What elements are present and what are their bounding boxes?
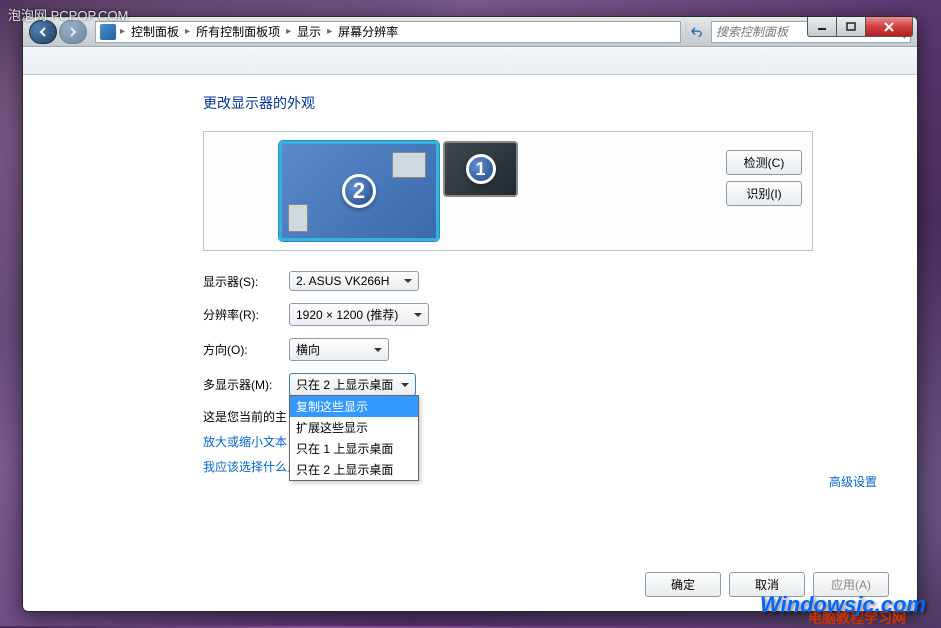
toolbar <box>23 47 917 75</box>
orientation-label: 方向(O): <box>203 341 289 358</box>
refresh-icon[interactable] <box>685 22 705 42</box>
identify-button[interactable]: 识别(I) <box>726 181 802 206</box>
minimize-button[interactable] <box>807 17 837 37</box>
dropdown-item[interactable]: 复制这些显示 <box>290 396 418 417</box>
control-panel-window: ▸ 控制面板 ▸ 所有控制面板项 ▸ 显示 ▸ 屏幕分辨率 <box>22 16 918 612</box>
multi-display-label: 多显示器(M): <box>203 376 289 393</box>
close-button[interactable] <box>865 17 913 37</box>
chevron-right-icon[interactable]: ▸ <box>327 26 332 37</box>
watermark-bottom-right: Windowsjc.com <box>760 592 926 618</box>
detect-button[interactable]: 检测(C) <box>726 150 802 175</box>
mini-window-icon <box>392 152 426 178</box>
breadcrumb-item[interactable]: 控制面板 <box>129 23 181 40</box>
orientation-combo[interactable]: 横向 <box>289 338 389 361</box>
control-panel-icon <box>100 24 116 40</box>
breadcrumb-item[interactable]: 屏幕分辨率 <box>336 23 400 40</box>
monitor-2[interactable]: 2 <box>279 141 439 241</box>
address-bar[interactable]: ▸ 控制面板 ▸ 所有控制面板项 ▸ 显示 ▸ 屏幕分辨率 <box>95 21 681 43</box>
mini-window-icon <box>288 204 308 232</box>
maximize-button[interactable] <box>836 17 866 37</box>
display-arrangement-area[interactable]: 2 1 检测(C) 识别(I) <box>203 131 813 251</box>
dropdown-item[interactable]: 扩展这些显示 <box>290 417 418 438</box>
monitor-1[interactable]: 1 <box>443 141 518 197</box>
advanced-settings-link[interactable]: 高级设置 <box>829 473 877 490</box>
ok-button[interactable]: 确定 <box>645 572 721 597</box>
monitor-number: 1 <box>466 154 496 184</box>
watermark-top: 泡泡网 PCPOP.COM <box>8 5 128 24</box>
breadcrumb-item[interactable]: 显示 <box>295 23 323 40</box>
dropdown-item[interactable]: 只在 1 上显示桌面 <box>290 438 418 459</box>
chevron-right-icon[interactable]: ▸ <box>286 26 291 37</box>
resolution-combo[interactable]: 1920 × 1200 (推荐) <box>289 303 429 326</box>
dropdown-item[interactable]: 只在 2 上显示桌面 <box>290 459 418 480</box>
display-label: 显示器(S): <box>203 273 289 290</box>
monitor-number: 2 <box>342 174 376 208</box>
display-combo[interactable]: 2. ASUS VK266H <box>289 271 419 291</box>
breadcrumb-item[interactable]: 所有控制面板项 <box>194 23 282 40</box>
combo-value: 只在 2 上显示桌面 <box>296 378 393 392</box>
text-size-link[interactable]: 放大或缩小文本 <box>203 435 287 449</box>
multi-display-combo[interactable]: 只在 2 上显示桌面 复制这些显示 扩展这些显示 只在 1 上显示桌面 只在 2… <box>289 373 416 396</box>
resolution-label: 分辨率(R): <box>203 306 289 323</box>
page-title: 更改显示器的外观 <box>203 93 877 113</box>
chevron-right-icon[interactable]: ▸ <box>120 26 125 37</box>
multi-display-dropdown: 复制这些显示 扩展这些显示 只在 1 上显示桌面 只在 2 上显示桌面 <box>289 395 419 481</box>
content-area: 更改显示器的外观 2 1 检测(C) 识别(I) 显示器(S): 2. ASUS… <box>23 75 917 611</box>
titlebar: ▸ 控制面板 ▸ 所有控制面板项 ▸ 显示 ▸ 屏幕分辨率 <box>23 17 917 47</box>
chevron-right-icon[interactable]: ▸ <box>185 26 190 37</box>
